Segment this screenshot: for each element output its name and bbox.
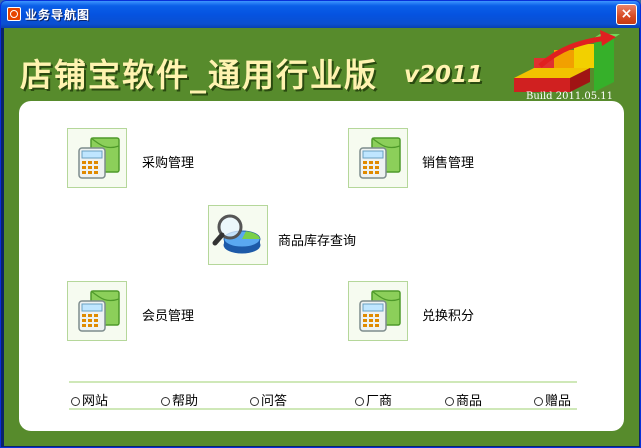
member-tile-icon[interactable] — [67, 281, 127, 341]
inventory-query-label[interactable]: 商品库存查询 — [278, 230, 356, 249]
bar-chart-logo-icon — [514, 30, 620, 92]
link-help[interactable]: 帮助 — [161, 390, 198, 409]
circle-bullet-icon — [355, 397, 364, 406]
product-title: 店铺宝软件_通用行业版 — [20, 56, 379, 94]
link-faq[interactable]: 问答 — [250, 390, 287, 409]
points-exchange-label[interactable]: 兑换积分 — [422, 305, 474, 324]
app-icon — [7, 7, 21, 21]
title-bar[interactable]: 业务导航图 × — [1, 1, 640, 28]
member-management-label[interactable]: 会员管理 — [142, 305, 194, 324]
links-divider-bottom — [69, 408, 577, 410]
circle-bullet-icon — [250, 397, 259, 406]
link-website[interactable]: 网站 — [71, 390, 108, 409]
link-products[interactable]: 商品 — [445, 390, 482, 409]
points-tile-icon[interactable] — [348, 281, 408, 341]
purchase-management-label[interactable]: 采购管理 — [142, 152, 194, 171]
links-divider-top — [69, 381, 577, 383]
close-button[interactable]: × — [616, 4, 637, 25]
window-title: 业务导航图 — [25, 8, 91, 22]
sales-management-label[interactable]: 销售管理 — [422, 152, 474, 171]
inventory-search-icon[interactable] — [208, 205, 268, 265]
link-gifts[interactable]: 赠品 — [534, 390, 571, 409]
product-version: v2011 — [404, 62, 484, 88]
app-window: 业务导航图 × 店铺宝软件_通用行业版 v2011 Build 2011.05.… — [0, 0, 641, 448]
circle-bullet-icon — [161, 397, 170, 406]
circle-bullet-icon — [71, 397, 80, 406]
main-area: 店铺宝软件_通用行业版 v2011 Build 2011.05.11 采购管理 … — [4, 28, 639, 446]
purchase-tile-icon[interactable] — [67, 128, 127, 188]
link-vendor[interactable]: 厂商 — [355, 390, 392, 409]
navigation-panel: 采购管理 销售管理 商品库存查询 会员管理 兑换积分 网站 帮助 问答 厂商 商… — [19, 101, 624, 431]
sales-tile-icon[interactable] — [348, 128, 408, 188]
circle-bullet-icon — [445, 397, 454, 406]
circle-bullet-icon — [534, 397, 543, 406]
